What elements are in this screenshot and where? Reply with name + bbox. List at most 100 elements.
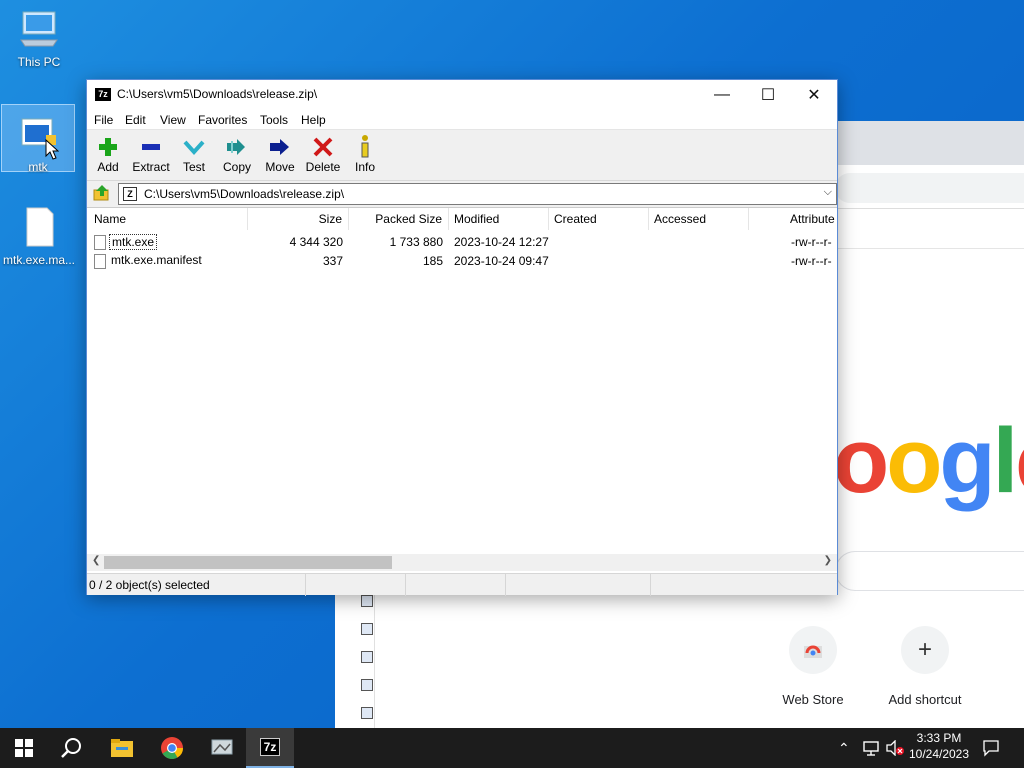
column-header-packed-size[interactable]: Packed Size: [349, 208, 449, 230]
info-icon: [361, 135, 369, 158]
search-button[interactable]: [48, 728, 96, 768]
chrome-icon: [161, 737, 183, 759]
maximize-button[interactable]: ☐: [745, 80, 791, 110]
close-button[interactable]: ✕: [791, 80, 837, 110]
mouse-cursor-icon: [45, 139, 59, 160]
table-row[interactable]: mtk.exe 4 344 320 1 733 880 2023-10-24 1…: [87, 233, 837, 252]
desktop-icon-this-pc[interactable]: This PC: [2, 8, 76, 69]
move-button[interactable]: Move: [258, 134, 302, 174]
taskbar-7zip[interactable]: 7z: [246, 728, 294, 768]
clock-time: 3:33 PM: [916, 731, 962, 745]
table-row[interactable]: mtk.exe.manifest 337 185 2023-10-24 09:4…: [87, 252, 837, 271]
column-header-name[interactable]: Name: [87, 208, 248, 230]
add-button[interactable]: Add: [86, 134, 130, 174]
taskbar: 7z ⌃ 3:33 PM 10/24/2023: [0, 728, 1024, 768]
copy-label: Copy: [222, 160, 251, 174]
computer-icon: [20, 11, 58, 47]
side-item-icon[interactable]: [361, 595, 373, 607]
info-button[interactable]: Info: [343, 134, 387, 174]
file-attributes: -rw-r--r-: [791, 235, 832, 249]
info-label: Info: [354, 160, 375, 174]
folder-up-icon[interactable]: [93, 184, 111, 202]
folder-icon: [111, 739, 133, 757]
column-header-accessed[interactable]: Accessed: [649, 208, 749, 230]
menu-view[interactable]: View: [160, 113, 186, 127]
archive-icon: Z: [123, 187, 137, 201]
shortcut-label: Add shortcut: [888, 692, 962, 707]
scroll-left-icon[interactable]: ❮: [92, 555, 100, 566]
file-icon: [94, 235, 106, 250]
test-button[interactable]: Test: [172, 134, 216, 174]
shortcut-web-store[interactable]: Web Store: [758, 626, 868, 707]
chevron-down-icon[interactable]: ⌵: [824, 186, 832, 199]
taskbar-app[interactable]: [198, 728, 246, 768]
side-item-icon[interactable]: [361, 707, 373, 719]
delete-button[interactable]: Delete: [301, 134, 345, 174]
file-packed-size: 1 733 880: [389, 235, 443, 249]
google-logo: oogle: [833, 410, 1024, 512]
menu-help[interactable]: Help: [301, 113, 326, 127]
shortcut-add[interactable]: + Add shortcut: [870, 626, 980, 707]
desktop-icon-manifest[interactable]: mtk.exe.ma...: [2, 206, 76, 267]
7zip-window[interactable]: 7z C:\Users\vm5\Downloads\release.zip\ —…: [86, 79, 838, 596]
clock[interactable]: 3:33 PM 10/24/2023: [905, 731, 973, 761]
column-header-created[interactable]: Created: [549, 208, 649, 230]
file-size: 337: [322, 254, 343, 268]
extract-label: Extract: [132, 160, 170, 174]
address-path: C:\Users\vm5\Downloads\release.zip\: [144, 187, 345, 201]
column-header-modified[interactable]: Modified: [449, 208, 549, 230]
arrow-right-icon: [270, 139, 289, 155]
desktop-icon-label: mtk: [28, 160, 48, 174]
web-store-icon: [789, 626, 837, 674]
toolbar: Add Extract Test Copy Move Delete Info: [87, 130, 837, 181]
chrome-search-box[interactable]: [835, 551, 1024, 591]
minus-icon: [142, 144, 160, 150]
scroll-right-icon[interactable]: ❯: [824, 555, 832, 566]
file-size: 4 344 320: [289, 235, 343, 249]
notifications-icon[interactable]: [982, 739, 1000, 757]
windows-logo-icon: [15, 739, 33, 757]
desktop-icon-label: mtk.exe.ma...: [2, 253, 76, 267]
copy-button[interactable]: Copy: [215, 134, 259, 174]
file-list[interactable]: Name Size Packed Size Modified Created A…: [87, 207, 837, 573]
move-label: Move: [265, 160, 295, 174]
scrollbar-thumb[interactable]: [104, 556, 392, 569]
selection-status: 0 / 2 object(s) selected: [89, 578, 210, 592]
photos-app-icon: [211, 739, 233, 755]
desktop-icon-label: This PC: [17, 55, 61, 69]
7zip-taskbar-icon: 7z: [259, 738, 281, 756]
column-header-size[interactable]: Size: [248, 208, 349, 230]
address-field[interactable]: Z C:\Users\vm5\Downloads\release.zip\ ⌵: [118, 183, 837, 205]
file-modified: 2023-10-24 09:47: [454, 254, 549, 268]
menu-favorites[interactable]: Favorites: [198, 113, 247, 127]
extract-button[interactable]: Extract: [129, 134, 173, 174]
document-icon: [26, 207, 54, 247]
file-icon: [94, 254, 106, 269]
chrome-address-bar[interactable]: [835, 173, 1024, 203]
test-label: Test: [182, 160, 205, 174]
delete-label: Delete: [305, 160, 341, 174]
menu-tools[interactable]: Tools: [260, 113, 288, 127]
chevron-up-icon[interactable]: ⌃: [838, 740, 850, 757]
file-name: mtk.exe: [109, 234, 158, 250]
volume-muted-icon[interactable]: [885, 740, 905, 756]
start-button[interactable]: [0, 728, 48, 768]
title-bar[interactable]: 7z C:\Users\vm5\Downloads\release.zip\ —…: [87, 80, 837, 110]
side-item-icon[interactable]: [361, 651, 373, 663]
menu-edit[interactable]: Edit: [125, 113, 146, 127]
taskbar-chrome[interactable]: [148, 728, 196, 768]
menu-file[interactable]: File: [94, 113, 113, 127]
network-icon[interactable]: [862, 740, 880, 756]
window-title: C:\Users\vm5\Downloads\release.zip\: [117, 87, 318, 101]
plus-icon: +: [901, 626, 949, 674]
clock-date: 10/24/2023: [908, 747, 970, 761]
taskbar-file-explorer[interactable]: [98, 728, 146, 768]
file-modified: 2023-10-24 12:27: [454, 235, 549, 249]
side-item-icon[interactable]: [361, 623, 373, 635]
minimize-button[interactable]: —: [699, 80, 745, 110]
desktop-icon-mtk[interactable]: mtk: [1, 104, 75, 174]
add-label: Add: [97, 160, 119, 174]
column-header-attributes[interactable]: Attribute: [749, 208, 837, 230]
side-item-icon[interactable]: [361, 679, 373, 691]
horizontal-scrollbar[interactable]: ❮ ❯: [87, 554, 837, 571]
